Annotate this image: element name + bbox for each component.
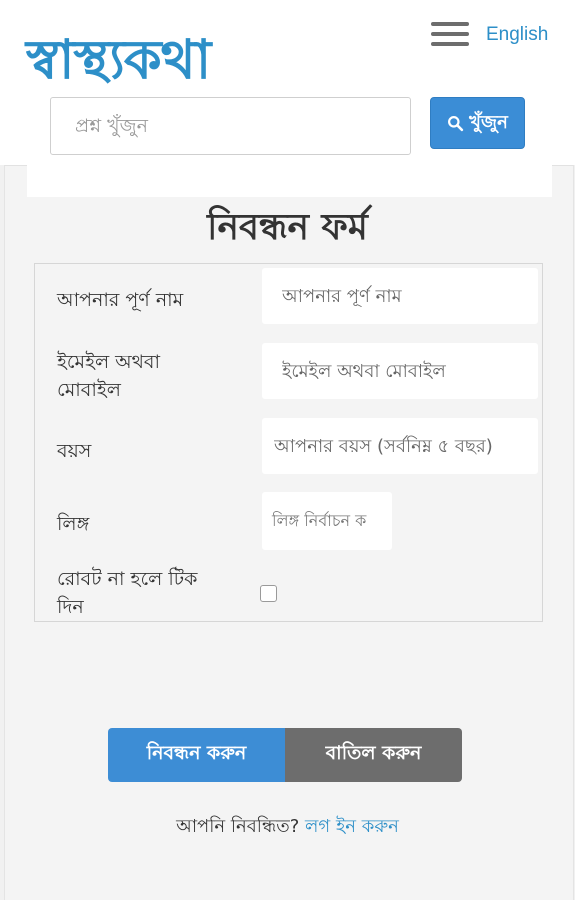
- login-prompt-text: আপনি নিবন্ধিত?: [176, 816, 300, 837]
- contact-label-line1: ইমেইল অথবা: [57, 351, 160, 373]
- robot-label-line1: রোবট না হলে টিক: [57, 568, 198, 590]
- age-label: বয়স: [57, 440, 92, 462]
- language-switch-link[interactable]: English: [486, 24, 548, 46]
- form-title: নিবন্ধন ফর্ম: [207, 207, 368, 248]
- age-field[interactable]: [262, 418, 538, 474]
- gender-select[interactable]: লিঙ্গ নির্বাচন ক: [262, 492, 392, 550]
- contact-label: ইমেইল অথবা মোবাইল: [57, 348, 160, 404]
- register-button[interactable]: নিবন্ধন করুন: [108, 728, 285, 782]
- robot-checkbox[interactable]: [260, 585, 277, 602]
- hamburger-menu-icon[interactable]: [431, 22, 469, 48]
- login-prompt-line: আপনি নিবন্ধিত? লগ ইন করুন: [0, 812, 575, 843]
- login-link[interactable]: লগ ইন করুন: [305, 816, 399, 837]
- gender-label: লিঙ্গ: [57, 513, 90, 535]
- cancel-button[interactable]: বাতিল করুন: [285, 728, 462, 782]
- header-card-strip: [27, 155, 552, 197]
- search-button-label: খুঁজুন: [469, 111, 508, 133]
- contact-field[interactable]: [262, 343, 538, 399]
- form-button-group: নিবন্ধন করুন বাতিল করুন: [108, 728, 462, 782]
- name-field[interactable]: [262, 268, 538, 324]
- name-label: আপনার পূর্ণ নাম: [57, 289, 184, 311]
- search-button[interactable]: খুঁজুন: [430, 97, 525, 149]
- search-icon: [448, 115, 464, 131]
- contact-label-line2: মোবাইল: [57, 379, 121, 401]
- robot-check-label: রোবট না হলে টিক দিন: [57, 565, 197, 621]
- site-logo[interactable]: স্বাস্থ্যকথা: [26, 24, 211, 94]
- robot-label-line2: দিন: [57, 596, 84, 618]
- search-input[interactable]: [50, 97, 411, 155]
